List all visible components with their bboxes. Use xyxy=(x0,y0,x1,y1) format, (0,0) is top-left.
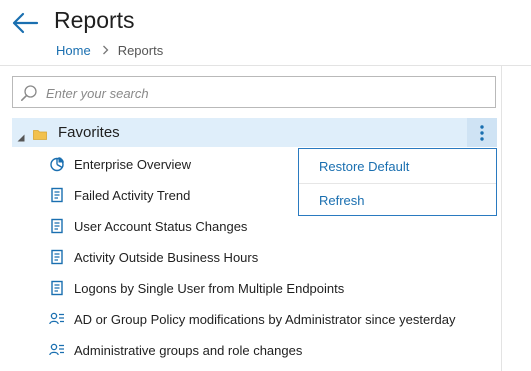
breadcrumb: Home Reports xyxy=(56,43,163,58)
favorites-group-row[interactable]: Favorites xyxy=(12,118,497,147)
chevron-right-icon xyxy=(102,43,109,58)
document-icon xyxy=(49,218,65,234)
list-item-label: Failed Activity Trend xyxy=(74,188,191,203)
menu-item-refresh[interactable]: Refresh xyxy=(299,184,496,217)
context-menu: Restore Default Refresh xyxy=(298,148,497,216)
back-arrow-icon[interactable] xyxy=(10,10,40,36)
header-divider xyxy=(0,65,531,66)
panel-divider xyxy=(501,65,502,371)
search-input[interactable] xyxy=(44,81,488,105)
breadcrumb-home-link[interactable]: Home xyxy=(56,43,91,58)
list-item-label: Enterprise Overview xyxy=(74,157,192,172)
list-item[interactable]: Administrative groups and role changes xyxy=(0,335,495,366)
vertical-ellipsis-icon xyxy=(480,125,484,141)
expand-triangle-icon[interactable] xyxy=(17,129,25,142)
list-item-label: Administrative groups and role changes xyxy=(74,343,303,358)
list-item[interactable]: AD or Group Policy modifications by Admi… xyxy=(0,304,495,335)
user-list-icon xyxy=(49,311,65,327)
list-item-label: Activity Outside Business Hours xyxy=(74,250,259,265)
document-icon xyxy=(49,280,65,296)
page-title: Reports xyxy=(54,7,135,33)
list-item[interactable]: Logons by Single User from Multiple Endp… xyxy=(0,273,495,304)
breadcrumb-current: Reports xyxy=(117,43,164,58)
list-item-label: Logons by Single User from Multiple Endp… xyxy=(74,281,345,296)
list-item-label: AD or Group Policy modifications by Admi… xyxy=(74,312,456,327)
list-item[interactable]: Activity Outside Business Hours xyxy=(0,242,495,273)
list-item-label: User Account Status Changes xyxy=(74,219,248,234)
folder-icon xyxy=(33,127,47,140)
pie-chart-icon xyxy=(49,156,65,172)
user-list-icon xyxy=(49,342,65,358)
favorites-label: Favorites xyxy=(58,124,120,141)
search-box xyxy=(12,76,496,108)
menu-item-label: Restore Default xyxy=(319,159,410,174)
menu-item-restore-default[interactable]: Restore Default xyxy=(299,150,496,183)
search-icon xyxy=(20,84,38,102)
document-icon xyxy=(49,187,65,203)
menu-item-label: Refresh xyxy=(319,193,365,208)
more-options-button[interactable] xyxy=(467,118,497,147)
document-icon xyxy=(49,249,65,265)
